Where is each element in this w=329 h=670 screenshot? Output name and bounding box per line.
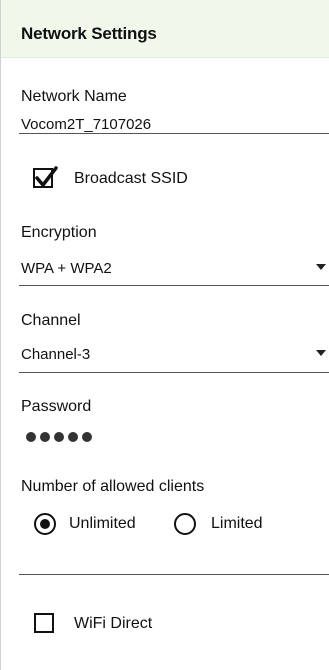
password-dot: [54, 432, 64, 442]
wifi-direct-label: WiFi Direct: [74, 615, 153, 632]
encryption-select[interactable]: WPA + WPA2: [21, 260, 112, 277]
encryption-underline: [19, 285, 329, 286]
page-title: Network Settings: [21, 24, 157, 43]
password-dot: [26, 432, 36, 442]
panel-header: Network Settings: [1, 0, 329, 58]
radio-selected-dot: [40, 519, 50, 529]
wifi-direct-checkbox[interactable]: [34, 613, 54, 633]
unlimited-label: Unlimited: [69, 515, 136, 532]
chevron-down-icon[interactable]: [316, 350, 326, 356]
clients-divider: [19, 574, 329, 575]
limited-radio[interactable]: [174, 513, 196, 535]
password-label: Password: [21, 398, 92, 415]
password-dot: [82, 432, 92, 442]
limited-label: Limited: [211, 515, 263, 532]
network-settings-panel: Network Settings Network Name Vocom2T_71…: [0, 0, 329, 670]
broadcast-ssid-label: Broadcast SSID: [74, 170, 188, 187]
channel-underline: [19, 372, 329, 373]
network-name-underline: [19, 133, 329, 134]
channel-label: Channel: [21, 312, 81, 329]
chevron-down-icon[interactable]: [316, 264, 326, 270]
network-name-field[interactable]: Vocom2T_7107026: [21, 116, 151, 133]
encryption-label: Encryption: [21, 224, 97, 241]
broadcast-ssid-checkbox[interactable]: [33, 166, 58, 188]
password-dot: [40, 432, 50, 442]
network-name-label: Network Name: [21, 88, 127, 105]
clients-label: Number of allowed clients: [21, 478, 205, 495]
unlimited-radio[interactable]: [34, 513, 56, 535]
password-field[interactable]: [26, 432, 92, 442]
checkmark-icon: [35, 166, 58, 187]
password-dot: [68, 432, 78, 442]
channel-select[interactable]: Channel-3: [21, 346, 90, 363]
